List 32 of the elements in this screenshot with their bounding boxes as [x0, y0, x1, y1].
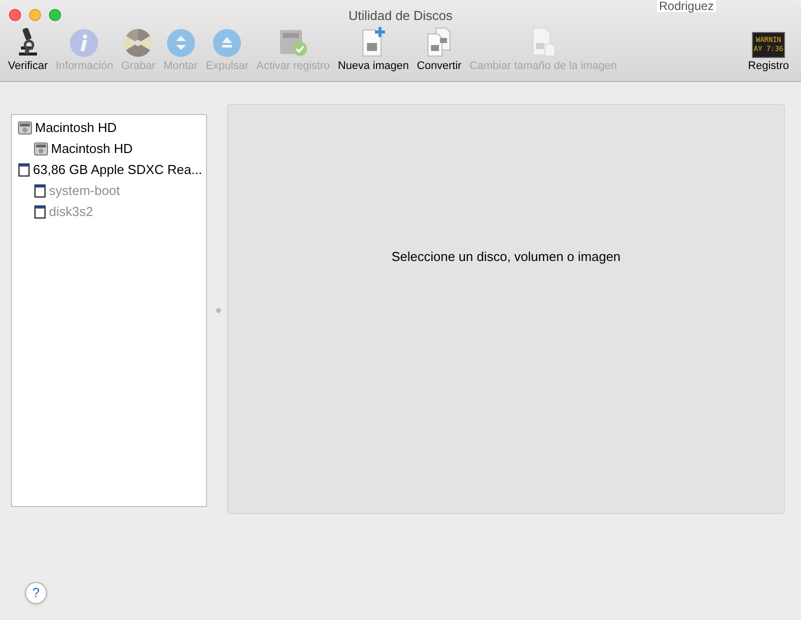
help-button[interactable]: ?	[25, 582, 47, 604]
toolbar-button[interactable]: Convertir	[412, 26, 466, 78]
close-button[interactable]	[9, 9, 21, 21]
toolbar-button[interactable]: Nueva imagen	[334, 26, 413, 78]
disk-list-item[interactable]: Macintosh HD	[12, 117, 206, 138]
disk-name: 63,86 GB Apple SDXC Rea...	[33, 160, 202, 179]
disk-list-item[interactable]: Macintosh HD	[12, 138, 206, 159]
toolbar-button[interactable]: Verificar	[4, 26, 52, 78]
splitter-handle[interactable]	[216, 308, 221, 313]
disk-name: Macintosh HD	[35, 118, 117, 137]
empty-message: Seleccione un disco, volumen o imagen	[391, 248, 621, 266]
two-documents-icon	[425, 26, 454, 58]
hard-drive-check-icon	[277, 28, 310, 58]
disk-name: Macintosh HD	[51, 140, 133, 158]
eject-icon	[212, 28, 242, 58]
hard-drive-icon	[18, 120, 32, 134]
disk-name: system-boot	[49, 182, 120, 200]
sd-card-icon	[34, 204, 46, 218]
disk-list-item[interactable]: system-boot	[12, 180, 206, 201]
window-title: Utilidad de Discos	[348, 7, 453, 25]
hard-drive-icon	[34, 142, 48, 156]
info-icon	[69, 28, 100, 58]
sd-card-icon	[34, 184, 46, 198]
disk-list-item[interactable]: disk3s2	[12, 201, 206, 222]
background-window-text: Rodriguez	[657, 0, 716, 12]
sd-card-icon	[18, 162, 30, 176]
minimize-button[interactable]	[29, 9, 41, 21]
disk-list-item[interactable]: 63,86 GB Apple SDXC Rea...	[12, 159, 206, 180]
disk-name: disk3s2	[49, 202, 94, 221]
zoom-button[interactable]	[49, 9, 61, 21]
up-down-arrows-icon	[166, 28, 196, 58]
radiation-disc-icon	[123, 28, 154, 58]
